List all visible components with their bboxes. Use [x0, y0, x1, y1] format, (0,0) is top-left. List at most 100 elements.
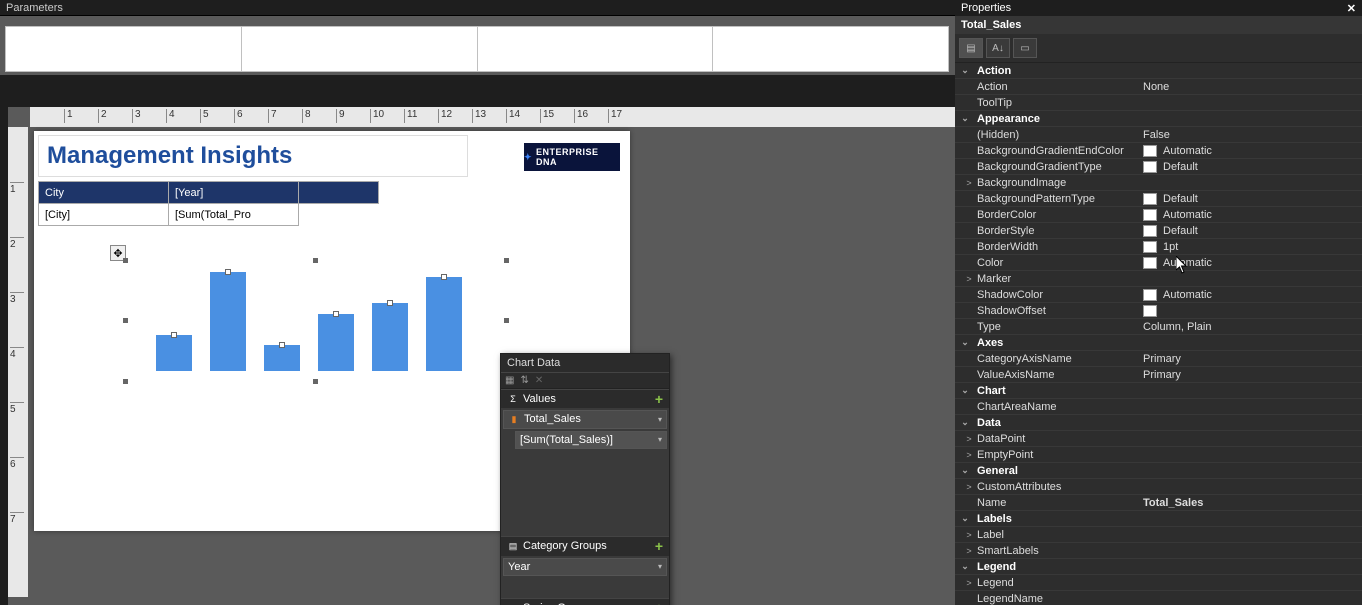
close-icon[interactable]: ✕: [1347, 2, 1356, 15]
color-swatch[interactable]: [1143, 305, 1157, 317]
property-row[interactable]: ToolTip: [955, 95, 1362, 111]
property-group-header[interactable]: ⌄Labels: [955, 511, 1362, 527]
bar[interactable]: [156, 335, 192, 371]
expander-icon[interactable]: >: [955, 274, 975, 284]
property-row[interactable]: >SmartLabels: [955, 543, 1362, 559]
property-value[interactable]: False: [1143, 129, 1362, 141]
alphabetical-icon[interactable]: A↓: [986, 38, 1010, 58]
expander-icon[interactable]: >: [955, 178, 975, 188]
property-value[interactable]: Primary: [1143, 369, 1362, 381]
expander-icon[interactable]: >: [955, 530, 975, 540]
color-swatch[interactable]: [1143, 257, 1157, 269]
property-pages-icon[interactable]: ▭: [1013, 38, 1037, 58]
property-value[interactable]: None: [1143, 81, 1362, 93]
chevron-down-icon[interactable]: ⌄: [955, 513, 975, 524]
property-value[interactable]: Automatic: [1163, 145, 1362, 157]
resize-handle[interactable]: [504, 258, 509, 263]
property-row[interactable]: >Legend: [955, 575, 1362, 591]
resize-handle[interactable]: [123, 318, 128, 323]
matrix[interactable]: City [Year] [City] [Sum(Total_Pro: [38, 181, 379, 226]
property-row[interactable]: NameTotal_Sales: [955, 495, 1362, 511]
series-section-header[interactable]: ▤Series Groups +: [501, 598, 669, 605]
resize-handle[interactable]: [313, 258, 318, 263]
chevron-down-icon[interactable]: ⌄: [955, 465, 975, 476]
color-swatch[interactable]: [1143, 145, 1157, 157]
param-cell[interactable]: [5, 26, 242, 72]
chevron-down-icon[interactable]: ▾: [658, 562, 662, 571]
chevron-down-icon[interactable]: ⌄: [955, 417, 975, 428]
property-value[interactable]: Automatic: [1163, 257, 1362, 269]
expander-icon[interactable]: >: [955, 450, 975, 460]
property-row[interactable]: >Label: [955, 527, 1362, 543]
bar-handle[interactable]: [387, 300, 393, 306]
bar-handle[interactable]: [225, 269, 231, 275]
property-row[interactable]: BackgroundGradientTypeDefault: [955, 159, 1362, 175]
property-row[interactable]: ShadowOffset: [955, 303, 1362, 319]
matrix-cell[interactable]: [Sum(Total_Pro: [169, 204, 299, 226]
chart-bars[interactable]: [156, 267, 496, 371]
property-row[interactable]: TypeColumn, Plain: [955, 319, 1362, 335]
chevron-down-icon[interactable]: ▾: [658, 415, 662, 424]
chart[interactable]: ✥: [126, 261, 506, 381]
property-group-header[interactable]: ⌄Data: [955, 415, 1362, 431]
color-swatch[interactable]: [1143, 289, 1157, 301]
resize-handle[interactable]: [123, 258, 128, 263]
chart-data-panel[interactable]: Chart Data ▦ ⇅ ✕ ΣValues + ▮Total_Sales …: [500, 353, 670, 605]
property-group-header[interactable]: ⌄Appearance: [955, 111, 1362, 127]
value-field[interactable]: ▮Total_Sales ▾: [503, 410, 667, 429]
bar-handle[interactable]: [279, 342, 285, 348]
property-row[interactable]: ChartAreaName: [955, 399, 1362, 415]
property-row[interactable]: >CustomAttributes: [955, 479, 1362, 495]
add-icon[interactable]: +: [655, 394, 663, 404]
color-swatch[interactable]: [1143, 161, 1157, 173]
properties-object-name[interactable]: Total_Sales: [955, 16, 1362, 34]
property-value[interactable]: Total_Sales: [1143, 497, 1362, 509]
param-cell[interactable]: [477, 26, 714, 72]
bar[interactable]: [210, 272, 246, 371]
add-icon[interactable]: +: [655, 541, 663, 551]
property-row[interactable]: >BackgroundImage: [955, 175, 1362, 191]
chevron-down-icon[interactable]: ⌄: [955, 561, 975, 572]
color-swatch[interactable]: [1143, 193, 1157, 205]
property-row[interactable]: BorderStyleDefault: [955, 223, 1362, 239]
property-value[interactable]: 1pt: [1163, 241, 1362, 253]
property-row[interactable]: >DataPoint: [955, 431, 1362, 447]
property-value[interactable]: Default: [1163, 161, 1362, 173]
color-swatch[interactable]: [1143, 241, 1157, 253]
property-row[interactable]: LegendName: [955, 591, 1362, 605]
category-section-header[interactable]: ▤Category Groups +: [501, 536, 669, 556]
categorized-icon[interactable]: ▤: [959, 38, 983, 58]
arrow-icon[interactable]: ⇅: [520, 375, 528, 386]
chevron-down-icon[interactable]: ⌄: [955, 337, 975, 348]
property-row[interactable]: BackgroundPatternTypeDefault: [955, 191, 1362, 207]
bar[interactable]: [372, 303, 408, 371]
expander-icon[interactable]: >: [955, 434, 975, 444]
property-value[interactable]: Automatic: [1163, 209, 1362, 221]
matrix-cell[interactable]: [City]: [39, 204, 169, 226]
property-row[interactable]: BorderColorAutomatic: [955, 207, 1362, 223]
new-icon[interactable]: ▦: [505, 375, 514, 386]
matrix-header-cell[interactable]: City: [39, 182, 169, 204]
chevron-down-icon[interactable]: ⌄: [955, 65, 975, 76]
matrix-header-cell[interactable]: [Year]: [169, 182, 299, 204]
property-row[interactable]: ShadowColorAutomatic: [955, 287, 1362, 303]
property-value[interactable]: Default: [1163, 225, 1362, 237]
param-cell[interactable]: [712, 26, 949, 72]
resize-handle[interactable]: [504, 318, 509, 323]
property-value[interactable]: Column, Plain: [1143, 321, 1362, 333]
parameters-grid[interactable]: [6, 26, 949, 72]
resize-handle[interactable]: [313, 379, 318, 384]
property-row[interactable]: (Hidden)False: [955, 127, 1362, 143]
category-field[interactable]: Year ▾: [503, 558, 667, 576]
property-list[interactable]: ⌄ActionActionNoneToolTip⌄Appearance(Hidd…: [955, 63, 1362, 605]
chevron-down-icon[interactable]: ▾: [658, 435, 662, 444]
property-group-header[interactable]: ⌄General: [955, 463, 1362, 479]
matrix-header-cell[interactable]: [299, 182, 379, 204]
bar[interactable]: [426, 277, 462, 371]
property-row[interactable]: >EmptyPoint: [955, 447, 1362, 463]
property-group-header[interactable]: ⌄Action: [955, 63, 1362, 79]
property-group-header[interactable]: ⌄Axes: [955, 335, 1362, 351]
property-row[interactable]: >Marker: [955, 271, 1362, 287]
bar-handle[interactable]: [171, 332, 177, 338]
property-row[interactable]: BackgroundGradientEndColorAutomatic: [955, 143, 1362, 159]
